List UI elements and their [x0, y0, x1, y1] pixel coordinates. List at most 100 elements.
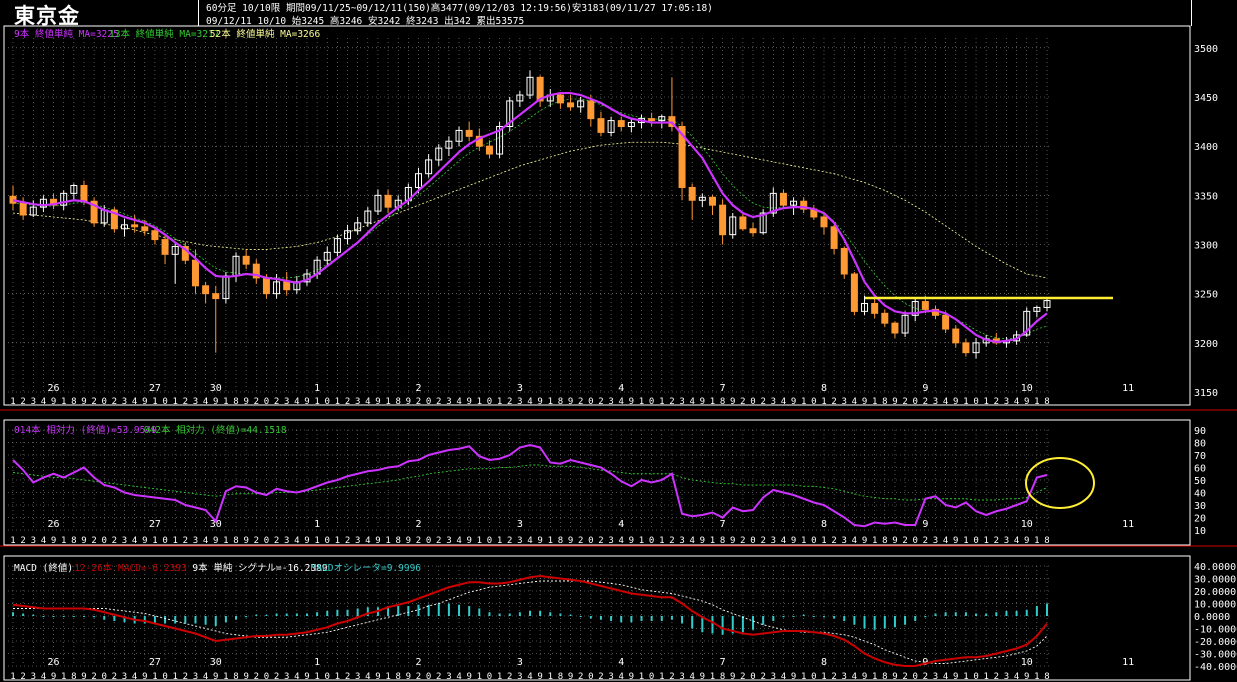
candle-body	[708, 196, 716, 206]
x-hour-label: 9	[81, 672, 86, 682]
x-hour-label: 2	[994, 397, 999, 407]
x-hour-label: 9	[375, 672, 380, 682]
oscillator-bar	[184, 616, 187, 624]
candle-body	[739, 216, 747, 230]
candle-body	[648, 118, 656, 122]
x-hour-label: 4	[1014, 536, 1019, 546]
x-hour-label: 0	[487, 672, 492, 682]
oscillator-bar	[265, 614, 268, 616]
y-tick-label: 20	[1194, 514, 1206, 525]
x-hour-label: 4	[294, 672, 299, 682]
x-hour-label: 9	[537, 397, 542, 407]
candle-body	[850, 273, 858, 312]
x-hour-label: 9	[243, 536, 248, 546]
x-hour-label: 2	[416, 536, 421, 546]
x-hour-label: 3	[1004, 536, 1009, 546]
x-hour-label: 0	[913, 397, 918, 407]
x-hour-label: 0	[264, 672, 269, 682]
x-day-label: 4	[618, 383, 624, 394]
x-day-label: 8	[821, 383, 827, 394]
x-day-label: 27	[149, 657, 161, 668]
x-hour-label: 4	[527, 397, 532, 407]
x-hour-label: 1	[963, 672, 968, 682]
oscillator-bar	[610, 616, 613, 621]
x-hour-label: 4	[456, 672, 461, 682]
x-hour-label: 1	[710, 397, 715, 407]
x-hour-label: 3	[355, 536, 360, 546]
x-hour-label: 4	[943, 672, 948, 682]
y-tick-label: 3200	[1194, 339, 1218, 350]
x-hour-label: 2	[760, 397, 765, 407]
x-hour-label: 3	[842, 672, 847, 682]
candle-body	[719, 204, 727, 236]
oscillator-bar	[224, 616, 227, 623]
x-hour-label: 8	[396, 672, 401, 682]
oscillator-bar	[640, 616, 643, 621]
x-hour-label: 9	[568, 672, 573, 682]
x-hour-label: 0	[162, 536, 167, 546]
x-hour-label: 2	[923, 536, 928, 546]
x-hour-label: 9	[629, 536, 634, 546]
y-tick-label: 50	[1194, 476, 1206, 487]
x-hour-label: 2	[91, 672, 96, 682]
x-hour-label: 2	[254, 536, 259, 546]
x-hour-label: 9	[1024, 536, 1029, 546]
x-hour-label: 2	[274, 397, 279, 407]
x-hour-label: 4	[132, 536, 137, 546]
candle-body	[191, 259, 199, 287]
x-hour-label: 2	[112, 397, 117, 407]
oscillator-bar	[174, 616, 177, 624]
oscillator-bar	[559, 613, 562, 616]
chart-canvas: 3500345034003350330032503200315090807060…	[0, 25, 1237, 682]
price-legend: 13本 終値単純 MA=3217	[109, 28, 219, 40]
x-day-label: 2	[415, 657, 421, 668]
x-hour-label: 4	[943, 536, 948, 546]
x-hour-label: 2	[994, 536, 999, 546]
price-legend: 52本 終値単純 MA=3266	[210, 28, 321, 40]
x-hour-label: 1	[10, 397, 15, 407]
x-hour-label: 3	[933, 536, 938, 546]
oscillator-bar	[904, 616, 907, 625]
oscillator-bar	[478, 608, 481, 616]
oscillator-bar	[295, 613, 298, 616]
x-hour-label: 8	[558, 397, 563, 407]
oscillator-bar	[741, 616, 744, 633]
oscillator-bar	[802, 614, 805, 616]
x-hour-label: 4	[619, 672, 624, 682]
x-hour-label: 3	[31, 397, 36, 407]
candle-body	[242, 255, 250, 265]
x-hour-label: 2	[91, 536, 96, 546]
x-hour-label: 9	[81, 397, 86, 407]
x-hour-label: 9	[213, 397, 218, 407]
oscillator-bar	[488, 612, 491, 616]
x-hour-label: 1	[10, 672, 15, 682]
macd-legend: 9本 単純 シグナル=-16.2389	[192, 562, 327, 574]
oscillator-bar	[407, 606, 410, 616]
x-hour-label: 9	[700, 536, 705, 546]
x-hour-label: 4	[132, 672, 137, 682]
y-tick-label: 10	[1194, 526, 1206, 537]
x-hour-label: 4	[132, 397, 137, 407]
oscillator-bar	[893, 616, 896, 628]
x-hour-label: 2	[598, 672, 603, 682]
x-hour-label: 8	[71, 672, 76, 682]
oscillator-bar	[214, 616, 217, 626]
x-hour-label: 2	[345, 672, 350, 682]
x-day-label: 27	[149, 383, 161, 394]
x-hour-label: 1	[801, 536, 806, 546]
x-hour-label: 8	[396, 536, 401, 546]
x-day-label: 4	[618, 657, 624, 668]
y-tick-label: 30	[1194, 501, 1206, 512]
x-day-label: 30	[210, 383, 222, 394]
x-hour-label: 2	[254, 672, 259, 682]
x-hour-label: 3	[355, 397, 360, 407]
x-hour-label: 2	[831, 397, 836, 407]
y-tick-label: -40.0000	[1194, 662, 1237, 673]
x-hour-label: 3	[771, 672, 776, 682]
x-hour-label: 2	[994, 672, 999, 682]
x-hour-label: 4	[781, 397, 786, 407]
x-hour-label: 2	[669, 397, 674, 407]
x-hour-label: 4	[41, 672, 46, 682]
x-hour-label: 0	[913, 672, 918, 682]
x-hour-label: 2	[760, 672, 765, 682]
